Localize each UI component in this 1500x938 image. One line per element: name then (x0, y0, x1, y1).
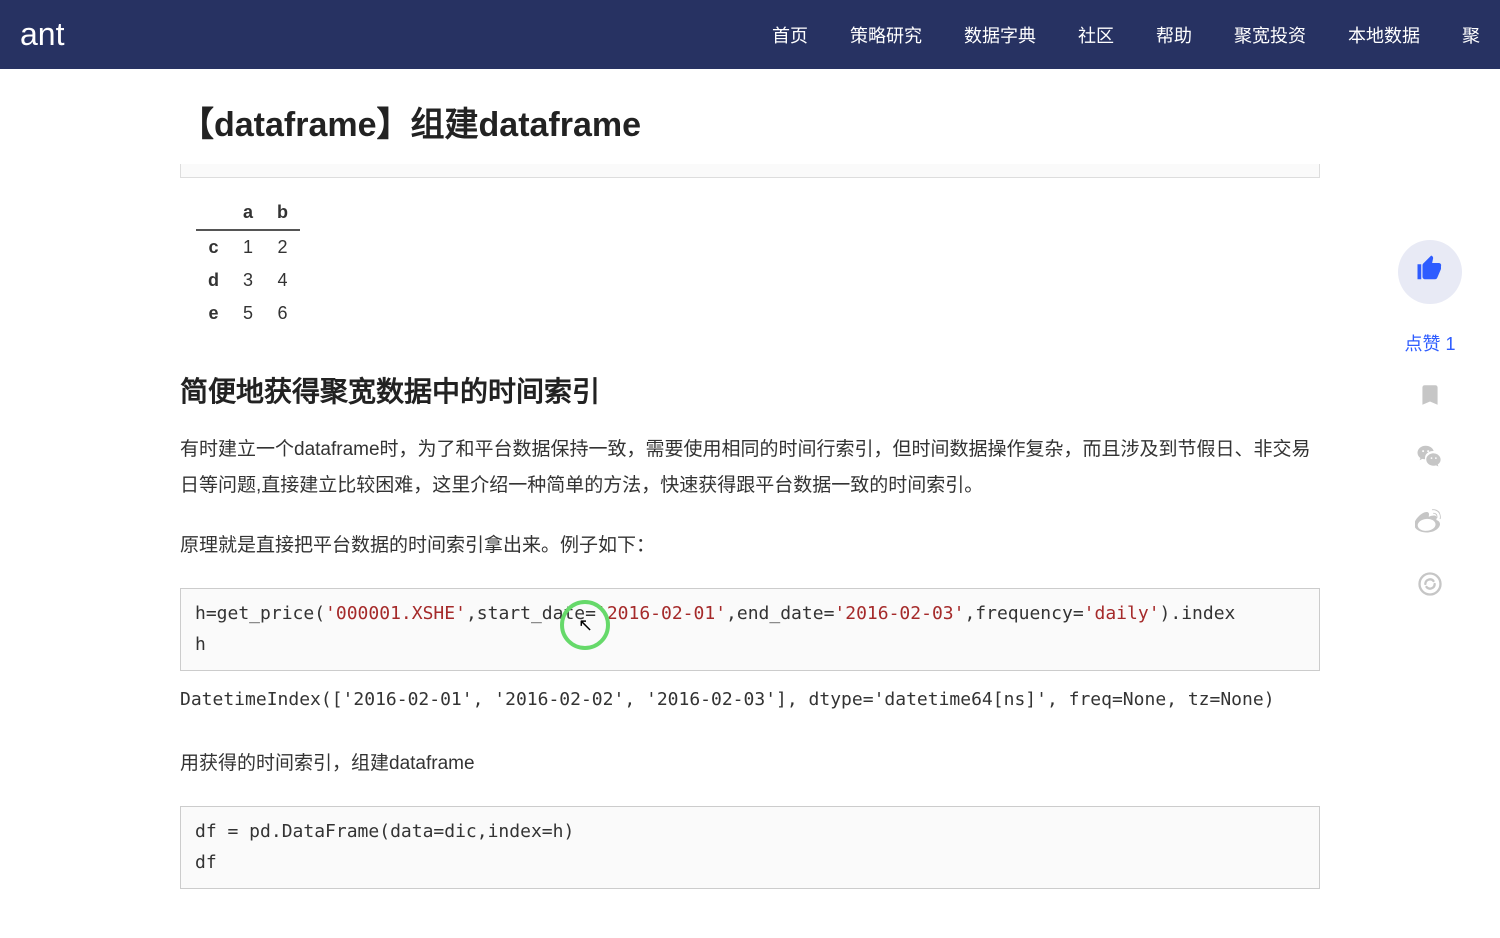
nav-research[interactable]: 策略研究 (850, 22, 922, 48)
logo: ant (20, 16, 64, 53)
top-nav: ant 首页 策略研究 数据字典 社区 帮助 聚宽投资 本地数据 聚 (0, 0, 1500, 69)
section-heading: 简便地获得聚宽数据中的时间索引 (180, 370, 1320, 410)
nav-more[interactable]: 聚 (1462, 22, 1480, 48)
table-row: c 1 2 (196, 230, 300, 264)
cell: 2 (265, 230, 300, 264)
row-idx: e (196, 297, 231, 330)
collapsed-codebox (180, 164, 1320, 178)
col-index (196, 196, 231, 230)
col-a: a (231, 196, 265, 230)
code-block-2: df = pd.DataFrame(data=dic,index=h) df (180, 806, 1320, 889)
nav-help[interactable]: 帮助 (1156, 22, 1192, 48)
weibo-icon[interactable] (1415, 506, 1445, 544)
cell: 4 (265, 264, 300, 297)
row-idx: c (196, 230, 231, 264)
action-sidebar: 点赞 1 (1360, 240, 1500, 606)
like-button[interactable] (1398, 240, 1462, 304)
like-count: 点赞 1 (1404, 330, 1455, 356)
refresh-icon[interactable] (1416, 570, 1444, 606)
nav-community[interactable]: 社区 (1078, 22, 1114, 48)
nav-data-dict[interactable]: 数据字典 (964, 22, 1036, 48)
nav-home[interactable]: 首页 (772, 22, 808, 48)
paragraph: 用获得的时间索引，组建dataframe (180, 746, 1320, 782)
cell: 6 (265, 297, 300, 330)
cell: 3 (231, 264, 265, 297)
thumbs-up-icon (1415, 253, 1445, 291)
cell: 5 (231, 297, 265, 330)
col-b: b (265, 196, 300, 230)
code-block-1: h=get_price('000001.XSHE',start_date='20… (180, 588, 1320, 671)
table-row: d 3 4 (196, 264, 300, 297)
page-title: 【dataframe】组建dataframe (180, 97, 1320, 146)
wechat-icon[interactable] (1415, 442, 1445, 480)
bookmark-icon[interactable] (1417, 382, 1443, 416)
article: 【dataframe】组建dataframe a b c 1 2 d 3 (150, 97, 1350, 889)
paragraph: 有时建立一个dataframe时，为了和平台数据保持一致，需要使用相同的时间行索… (180, 432, 1320, 504)
row-idx: d (196, 264, 231, 297)
dataframe-output-1: a b c 1 2 d 3 4 e 5 6 (196, 196, 1320, 330)
nav-invest[interactable]: 聚宽投资 (1234, 22, 1306, 48)
nav-menu: 首页 策略研究 数据字典 社区 帮助 聚宽投资 本地数据 聚 (772, 22, 1480, 48)
nav-local-data[interactable]: 本地数据 (1348, 22, 1420, 48)
table-row: e 5 6 (196, 297, 300, 330)
paragraph: 原理就是直接把平台数据的时间索引拿出来。例子如下： (180, 528, 1320, 564)
code-output-1: DatetimeIndex(['2016-02-01', '2016-02-02… (180, 685, 1320, 716)
cell: 1 (231, 230, 265, 264)
